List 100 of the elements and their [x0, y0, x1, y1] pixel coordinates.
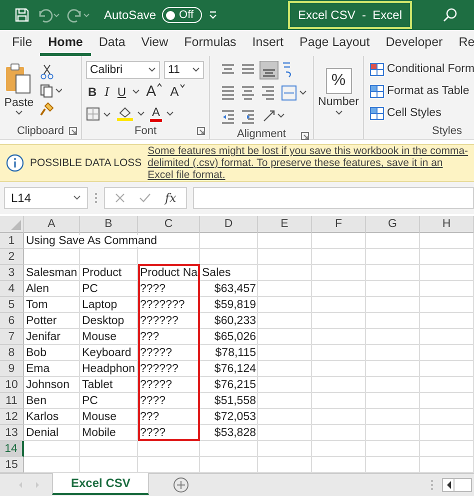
redo-icon[interactable]: [66, 7, 90, 23]
grow-font-button[interactable]: A: [144, 83, 164, 100]
row-header[interactable]: 2: [0, 249, 24, 265]
column-header[interactable]: B: [80, 216, 138, 233]
row-header[interactable]: 7: [0, 329, 24, 345]
triangle-icon: [11, 220, 21, 230]
bold-button[interactable]: B: [86, 84, 99, 100]
table-cell: ?????: [140, 379, 172, 391]
format-painter-icon[interactable]: [40, 102, 54, 116]
caret-icon[interactable]: [132, 88, 140, 94]
search-icon[interactable]: [442, 7, 458, 23]
borders-icon[interactable]: [86, 106, 112, 120]
table-cell: Mouse: [82, 331, 117, 343]
message-link[interactable]: Some features might be lost if you save this workbook in the comma-delimited (.csv) format. To preserve these features, save it in an Excel file format.: [148, 145, 470, 181]
ribbon-tab[interactable]: Page Layout: [292, 30, 378, 56]
row-header[interactable]: 4: [0, 281, 24, 297]
table-cell: Tablet: [82, 379, 113, 391]
insert-function-button[interactable]: fx: [165, 191, 176, 205]
styles-menu-button[interactable]: Cell Styles: [368, 103, 444, 123]
copy-icon[interactable]: [40, 84, 62, 98]
column-header[interactable]: H: [420, 216, 474, 233]
scrollbar-icon[interactable]: [442, 478, 472, 492]
caret-icon[interactable]: [148, 66, 156, 72]
customize-caret-icon[interactable]: [208, 10, 218, 20]
table-cell: Mobile: [82, 427, 116, 439]
caret-icon[interactable]: [166, 110, 174, 116]
ribbon-tab[interactable]: View: [133, 30, 176, 56]
font-color-button[interactable]: A: [150, 106, 162, 122]
row-header[interactable]: 1: [0, 233, 24, 249]
table-cell: Laptop: [82, 299, 118, 311]
table-cell: $51,558: [214, 395, 256, 407]
table-cell: Product: [82, 267, 122, 279]
save-icon[interactable]: [14, 7, 30, 23]
group-label: Alignment: [237, 128, 286, 140]
row-header[interactable]: 12: [0, 409, 24, 425]
cut-icon[interactable]: [40, 64, 54, 80]
font-size-field[interactable]: 11: [164, 60, 204, 78]
table-cell: Ema: [26, 363, 50, 375]
number-format-button[interactable]: % Number: [318, 68, 359, 116]
row-header[interactable]: 15: [0, 457, 24, 473]
caret-icon[interactable]: [334, 110, 342, 116]
grip-icon: [430, 479, 434, 491]
ribbon-tab[interactable]: Insert: [244, 30, 292, 56]
caret-icon: [180, 84, 185, 88]
row-header[interactable]: 5: [0, 297, 24, 313]
table-cell: Denial: [26, 427, 59, 439]
ribbon-tab[interactable]: Formulas: [176, 30, 244, 56]
alignment-icons-drawing[interactable]: [220, 61, 308, 125]
column-header[interactable]: C: [138, 216, 200, 233]
table-cell: PC: [82, 395, 98, 407]
paste-button[interactable]: Paste: [4, 62, 34, 123]
table-cell: ????: [140, 283, 166, 295]
table-grid-icon[interactable]: [370, 62, 384, 76]
ribbon-tab[interactable]: Re: [450, 30, 474, 56]
caret-icon[interactable]: [73, 195, 81, 201]
column-header[interactable]: G: [366, 216, 420, 233]
dialog-launcher-icon[interactable]: [301, 132, 309, 140]
font-name-field[interactable]: Calibri: [86, 60, 160, 78]
italic-button[interactable]: I: [102, 84, 112, 100]
dialog-launcher-icon[interactable]: [197, 127, 205, 135]
formula-input[interactable]: [193, 187, 474, 209]
table-cell: Salesman: [26, 267, 78, 279]
row-header[interactable]: 9: [0, 361, 24, 377]
caret-icon[interactable]: [15, 110, 23, 116]
table-cell: Alen: [26, 283, 50, 295]
row-header[interactable]: 11: [0, 393, 24, 409]
row-header[interactable]: 3: [0, 265, 24, 281]
autosave-toggle[interactable]: Off: [162, 7, 202, 23]
underline-button[interactable]: U: [115, 84, 128, 100]
group-label: Font: [134, 125, 156, 137]
column-header[interactable]: D: [200, 216, 258, 233]
table-cell: Desktop: [82, 315, 124, 327]
table-cell: $76,124: [214, 363, 256, 375]
fill-color-icon[interactable]: [116, 106, 146, 122]
row-header[interactable]: 13: [0, 425, 24, 441]
ribbon-tab[interactable]: File: [4, 30, 40, 56]
table-cell: $65,026: [214, 331, 256, 343]
add-sheet-icon[interactable]: [173, 477, 190, 493]
ribbon-tab[interactable]: Data: [90, 30, 134, 56]
table-cell: ????: [140, 395, 166, 407]
table-cell: Product Na: [140, 267, 198, 279]
table-grid-icon[interactable]: [370, 106, 384, 120]
row-header[interactable]: 8: [0, 345, 24, 361]
ribbon-tab[interactable]: Developer: [378, 30, 451, 56]
autosave-label: AutoSave: [104, 8, 156, 22]
caret-icon[interactable]: [192, 66, 200, 72]
dialog-launcher-icon[interactable]: [69, 127, 77, 135]
sheet-tab[interactable]: Excel CSV: [52, 473, 150, 495]
shrink-font-button[interactable]: A: [168, 84, 187, 99]
table-cell: Tom: [26, 299, 48, 311]
row-header[interactable]: 6: [0, 313, 24, 329]
column-header[interactable]: A: [24, 216, 80, 233]
styles-menu-button[interactable]: Format as Table: [368, 81, 472, 101]
row-header[interactable]: 10: [0, 377, 24, 393]
name-box[interactable]: L14: [4, 187, 88, 209]
column-header[interactable]: E: [258, 216, 312, 233]
column-header[interactable]: F: [312, 216, 366, 233]
styles-menu-button[interactable]: Conditional Form: [368, 59, 474, 79]
row-header[interactable]: 14: [0, 441, 24, 457]
table-grid-icon[interactable]: [370, 84, 384, 98]
